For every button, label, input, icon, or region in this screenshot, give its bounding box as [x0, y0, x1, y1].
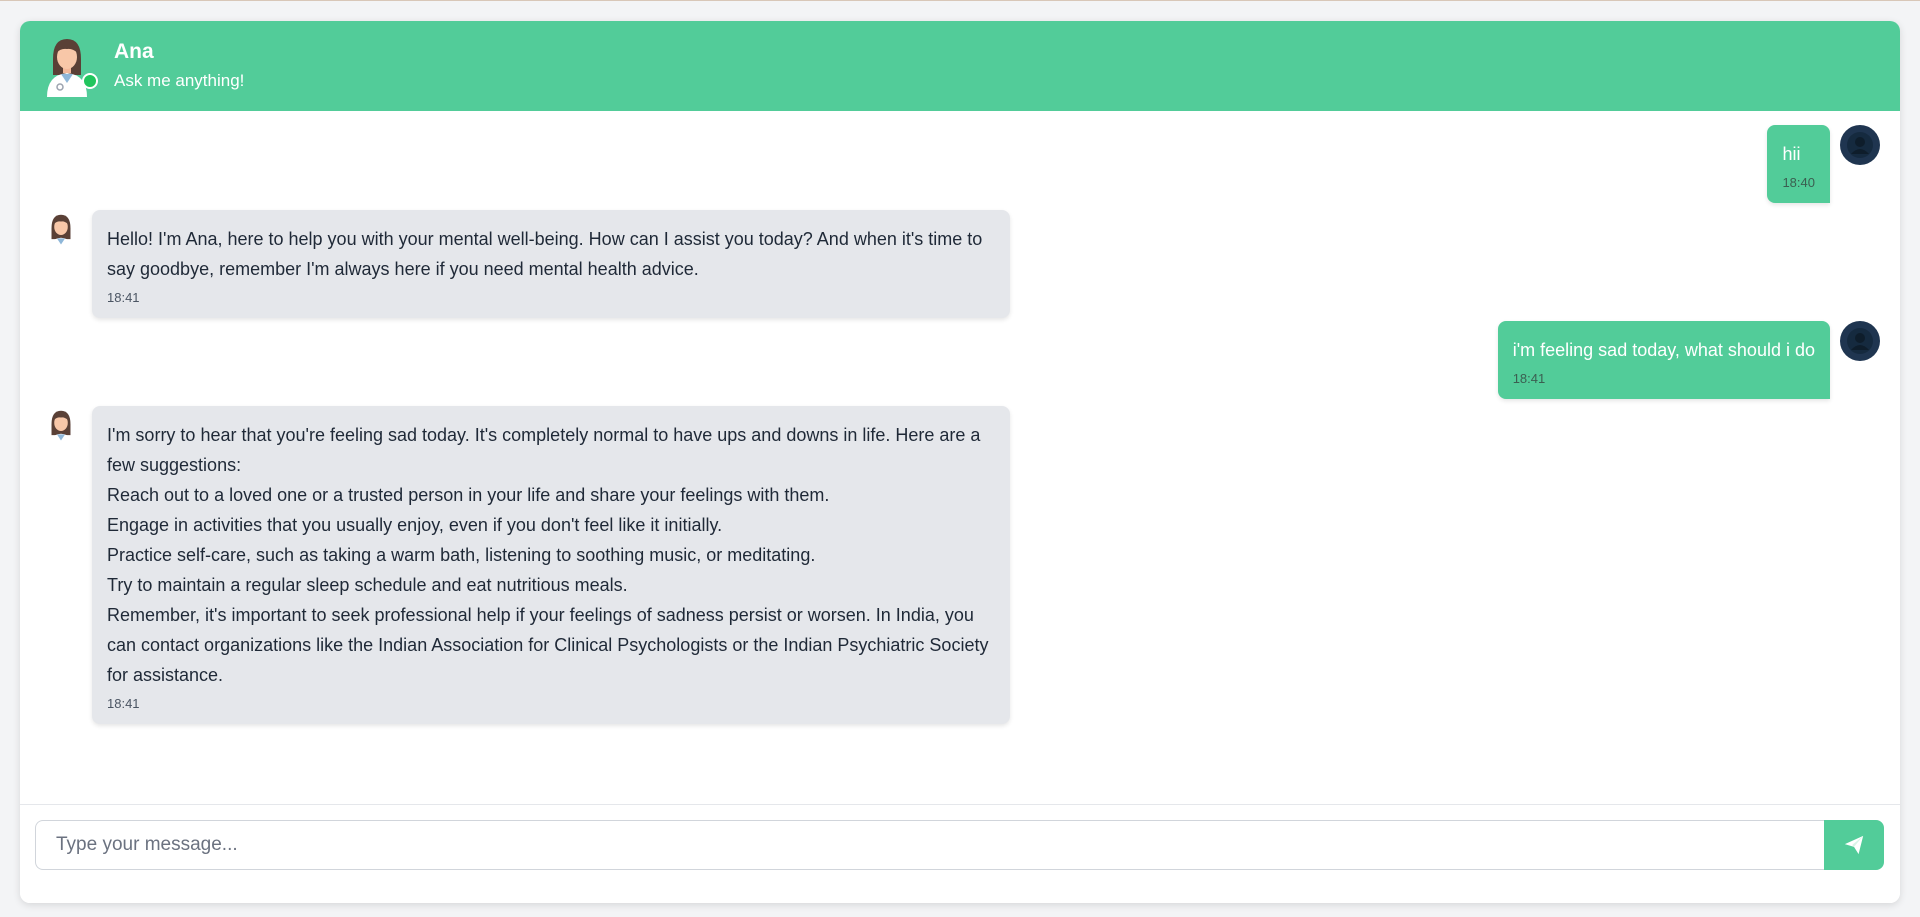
assistant-avatar: [44, 35, 98, 97]
user-message-bubble: i'm feeling sad today, what should i do …: [1497, 321, 1830, 399]
message-time: 18:40: [1782, 175, 1815, 190]
paper-plane-icon: [1844, 835, 1864, 855]
message-text: Try to maintain a regular sleep schedule…: [107, 575, 628, 595]
doctor-avatar-icon: [47, 39, 87, 97]
message-text: hii: [1782, 144, 1801, 164]
user-icon: [1847, 132, 1873, 158]
assistant-subtitle: Ask me anything!: [114, 71, 245, 90]
send-button[interactable]: [1824, 820, 1884, 870]
window-top-border: [0, 0, 1920, 1]
message-text: Practice self-care, such as taking a war…: [107, 545, 816, 565]
composer: [20, 804, 1900, 903]
chat-header: Ana Ask me anything!: [20, 21, 1900, 111]
message-time: 18:41: [107, 696, 140, 711]
bot-message: Hello! I'm Ana, here to help you with yo…: [44, 210, 1010, 318]
message-input[interactable]: [35, 820, 1824, 870]
message-time: 18:41: [107, 290, 140, 305]
bot-avatar: [44, 212, 84, 254]
bot-message: I'm sorry to hear that you're feeling sa…: [44, 406, 1010, 724]
user-message-bubble: hii 18:40: [1767, 125, 1830, 203]
user-message: hii 18:40: [1767, 125, 1880, 203]
message-text: i'm feeling sad today, what should i do: [1512, 340, 1815, 360]
bot-avatar: [44, 408, 84, 450]
user-avatar: [1840, 321, 1880, 361]
message-text: I'm sorry to hear that you're feeling sa…: [107, 425, 981, 475]
message-text: Remember, it's important to seek profess…: [107, 605, 989, 685]
message-text: Engage in activities that you usually en…: [107, 515, 723, 535]
doctor-avatar-icon: [47, 214, 75, 254]
message-text: Reach out to a loved one or a trusted pe…: [107, 485, 830, 505]
user-icon: [1847, 328, 1873, 354]
message-time: 18:41: [1512, 371, 1546, 386]
online-status-dot: [82, 73, 98, 89]
message-text: Hello! I'm Ana, here to help you with yo…: [107, 229, 983, 279]
message-list[interactable]: hii 18:40 Hello! I'm Ana, here to help y…: [20, 111, 1900, 804]
doctor-avatar-icon: [47, 410, 75, 450]
chat-window: Ana Ask me anything! hii 18:40 Hello! I'…: [20, 21, 1900, 903]
user-message: i'm feeling sad today, what should i do …: [1497, 321, 1880, 399]
bot-message-bubble: Hello! I'm Ana, here to help you with yo…: [92, 210, 1010, 318]
user-avatar: [1840, 125, 1880, 165]
bot-message-bubble: I'm sorry to hear that you're feeling sa…: [92, 406, 1010, 724]
assistant-name: Ana: [114, 40, 154, 63]
